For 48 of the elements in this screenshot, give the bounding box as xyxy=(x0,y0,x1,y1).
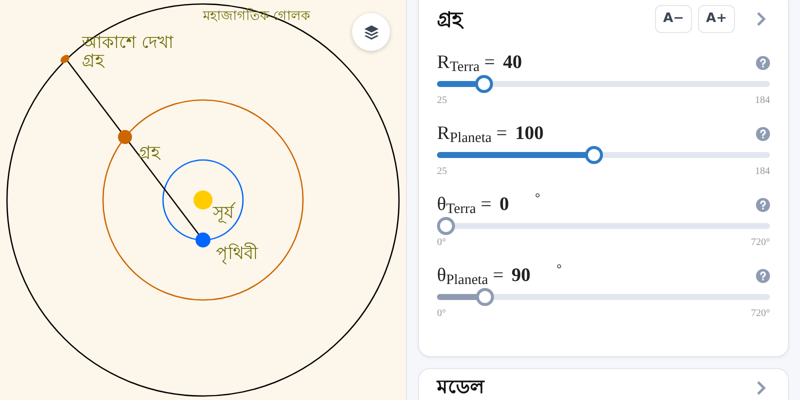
seen-planet-label: আকাশে দেখা গ্রহ xyxy=(82,33,174,71)
min-label: 0° xyxy=(437,307,446,321)
sun-dot xyxy=(194,190,212,210)
slider-value: 90 xyxy=(512,264,531,288)
orbit-canvas[interactable]: মহাজাগতিক গোলক আকাশে দেখা গ্রহ গ্রহ সূর্য পৃথিবী xyxy=(0,0,406,400)
planet-dot[interactable] xyxy=(118,130,132,144)
planet-label: গ্রহ xyxy=(138,143,160,163)
projected-planet-dot xyxy=(60,54,70,64)
help-icon[interactable] xyxy=(756,269,770,283)
chevron-right-icon[interactable] xyxy=(756,380,766,396)
max-label: 184 xyxy=(755,94,770,108)
help-icon[interactable] xyxy=(756,198,770,212)
chevron-right-icon[interactable] xyxy=(756,11,766,27)
min-label: 25 xyxy=(437,165,447,179)
slider-value: 40 xyxy=(503,50,522,75)
slider-thumb[interactable] xyxy=(476,288,494,306)
slider[interactable] xyxy=(437,146,770,164)
earth-dot[interactable] xyxy=(196,232,210,248)
card-title: গ্রহ xyxy=(437,6,465,33)
slider-label: θ$_{Terra}$ = xyxy=(437,192,492,220)
layers-icon xyxy=(362,24,380,40)
slider-thumb[interactable] xyxy=(437,217,455,235)
unit-label: ° xyxy=(534,188,540,207)
max-label: 720° xyxy=(751,236,770,250)
slider-thumb[interactable] xyxy=(474,75,493,93)
slider-label: R$_{Planeta}$ = xyxy=(437,122,508,148)
earth-label: পৃথিবী xyxy=(216,244,258,264)
layers-button[interactable] xyxy=(352,13,390,51)
slider-label: θ$_{Planeta}$ = xyxy=(437,264,504,290)
font-size-button[interactable]: A− xyxy=(655,5,692,33)
slider-value: 0 xyxy=(499,192,509,217)
help-icon[interactable] xyxy=(756,56,770,70)
font-size-button[interactable]: A+ xyxy=(698,5,735,33)
max-label: 184 xyxy=(755,165,770,179)
slider-value: 100 xyxy=(515,122,544,146)
slider[interactable] xyxy=(437,217,770,235)
sphere-label: মহাজাগতিক গোলক xyxy=(203,9,310,24)
max-label: 720° xyxy=(751,307,770,321)
sun-label: সূর্য xyxy=(213,203,234,223)
slider[interactable] xyxy=(437,288,770,306)
slider-thumb[interactable] xyxy=(585,146,604,164)
slider-label: R$_{Terra}$ = xyxy=(437,50,496,78)
min-label: 0° xyxy=(437,236,446,250)
help-icon[interactable] xyxy=(756,127,770,141)
slider[interactable] xyxy=(437,75,770,93)
min-label: 25 xyxy=(437,94,447,108)
unit-label: ° xyxy=(556,260,562,278)
card-title: মডেল xyxy=(437,376,486,398)
